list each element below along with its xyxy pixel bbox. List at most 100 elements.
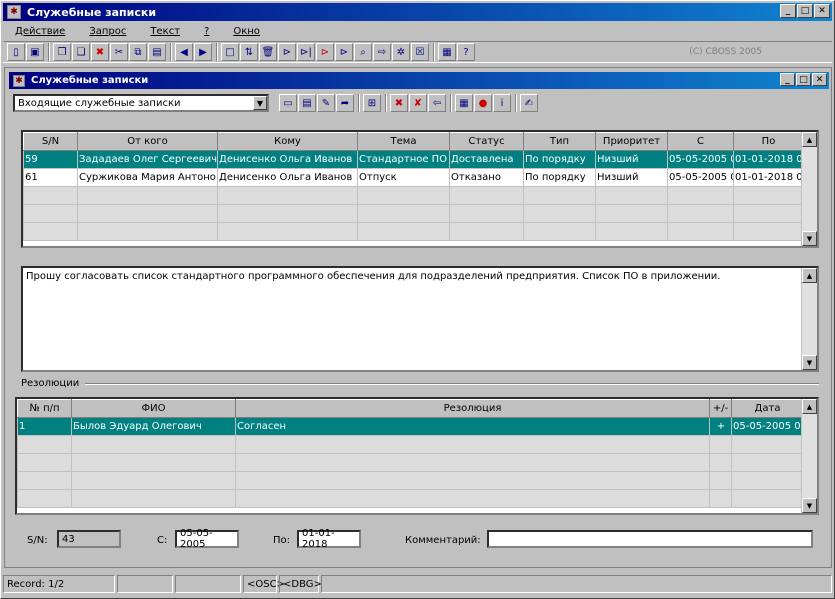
col-topic[interactable]: Тема	[357, 132, 450, 151]
to-date-field[interactable]: 01-01-2018	[297, 528, 361, 550]
resolutions-scrollbar[interactable]: ▲ ▼	[801, 399, 817, 513]
prev-icon[interactable]: ◀	[175, 43, 193, 61]
inner-maximize-button[interactable]: □	[796, 73, 811, 86]
col-status[interactable]: Статус	[449, 132, 524, 151]
col-to-date[interactable]: По	[733, 132, 804, 151]
resolutions-table: № п/п ФИО Резолюция +/- Дата 1 Былов Эду…	[15, 397, 819, 515]
memo-scrollbar[interactable]: ▲ ▼	[801, 268, 817, 370]
clear-icon[interactable]: □	[221, 43, 239, 61]
comment-field[interactable]	[487, 530, 813, 548]
form-delete-icon[interactable]: ✖	[390, 94, 408, 112]
detail-footer: S/N: 43 С: 05-05-2005 По: 01-01-2018 Ком…	[7, 528, 829, 560]
form-info-icon[interactable]: ⅰ	[493, 94, 511, 112]
menu-text[interactable]: Текст	[138, 26, 192, 37]
empty-row	[17, 489, 804, 508]
col-name[interactable]: ФИО	[71, 399, 236, 418]
scroll-up-icon[interactable]: ▲	[802, 268, 817, 283]
notes-table: S/N От кого Кому Тема Статус Тип Приорит…	[21, 130, 819, 248]
find-icon[interactable]: ⌕	[354, 43, 372, 61]
next-icon[interactable]: ▶	[194, 43, 212, 61]
col-type[interactable]: Тип	[523, 132, 596, 151]
memo-text-area[interactable]: Прошу согласовать список стандартного пр…	[21, 266, 819, 372]
trash-icon[interactable]: 🗑	[259, 43, 277, 61]
inner-close-button[interactable]: ✕	[812, 73, 827, 86]
copy-icon[interactable]: ⧉	[129, 43, 147, 61]
menu-help[interactable]: ?	[192, 26, 221, 37]
form-toolbar: Входящие служебные записки ▼ ▭ ▤ ✎ ➦ ⊞ ✖…	[13, 92, 825, 114]
app-icon[interactable]: ✱	[7, 5, 21, 19]
form-tree-icon[interactable]: ⊞	[363, 94, 381, 112]
filter-select[interactable]: Входящие служебные записки ▼	[13, 94, 269, 112]
enter-query-icon[interactable]: ⊳	[278, 43, 296, 61]
osc-indicator: <OSC>	[243, 575, 285, 593]
resolutions-group: Резолюции	[21, 378, 819, 389]
scroll-down-icon[interactable]: ▼	[802, 498, 817, 513]
count-query-icon[interactable]: ⊳	[316, 43, 334, 61]
col-resolution[interactable]: Резолюция	[235, 399, 710, 418]
exit-icon[interactable]: ☒	[411, 43, 429, 61]
sort-icon[interactable]: ⇅	[240, 43, 258, 61]
copyright-text: (C) CBOSS 2005	[689, 47, 762, 57]
comment-label: Комментарий:	[405, 535, 481, 546]
save-icon[interactable]: ▣	[26, 43, 44, 61]
main-toolbar: ▯ ▣ ❐ ❏ ✖ ✂ ⧉ ▤ ◀ ▶ □ ⇅ 🗑 ⊳ ⊳| ⊳ ⊳ ⌕ ⇨ ✲…	[3, 41, 832, 63]
inner-minimize-button[interactable]: _	[780, 73, 795, 86]
form-document-icon[interactable]: ▤	[298, 94, 316, 112]
copy-record-icon[interactable]: ❐	[53, 43, 71, 61]
inner-window-title: Служебные записки	[31, 75, 149, 86]
table-row[interactable]: 61 Суржикова Мария Антоно Денисенко Ольг…	[23, 168, 804, 187]
col-priority[interactable]: Приоритет	[595, 132, 668, 151]
form-edit-icon[interactable]: ✎	[317, 94, 335, 112]
col-sign[interactable]: +/-	[709, 399, 732, 418]
notes-scrollbar[interactable]: ▲ ▼	[801, 132, 817, 246]
paste-icon[interactable]: ▤	[148, 43, 166, 61]
col-from-date[interactable]: С	[667, 132, 734, 151]
from-date-field[interactable]: 05-05-2005	[175, 528, 239, 550]
sn-field[interactable]: 43	[57, 530, 121, 548]
print-icon[interactable]: ▦	[438, 43, 456, 61]
delete-record-icon[interactable]: ✖	[91, 43, 109, 61]
table-row[interactable]: 1 Былов Эдуард Олегович Согласен + 05-05…	[17, 417, 804, 436]
col-date[interactable]: Дата	[731, 399, 804, 418]
scroll-up-icon[interactable]: ▲	[802, 132, 817, 147]
chevron-down-icon[interactable]: ▼	[253, 96, 267, 110]
scroll-down-icon[interactable]: ▼	[802, 355, 817, 370]
resolutions-header-row: № п/п ФИО Резолюция +/- Дата	[17, 399, 804, 418]
new-icon[interactable]: ▯	[7, 43, 25, 61]
table-row[interactable]: 59 Зададаев Олег Сергеевич Денисенко Оль…	[23, 150, 804, 169]
minimize-button[interactable]: _	[780, 4, 796, 18]
status-cell	[175, 575, 241, 593]
goto-icon[interactable]: ⇨	[373, 43, 391, 61]
col-sn[interactable]: S/N	[23, 132, 78, 151]
cut-icon[interactable]: ✂	[110, 43, 128, 61]
sn-label: S/N:	[27, 535, 48, 546]
inner-window: ✱ Служебные записки _ □ ✕ Входящие служе…	[4, 67, 832, 568]
form-sign-icon[interactable]: ✍	[520, 94, 538, 112]
menu-query[interactable]: Запрос	[77, 26, 138, 37]
form-reject-icon[interactable]: ✘	[409, 94, 427, 112]
duplicate-icon[interactable]: ❏	[72, 43, 90, 61]
scroll-up-icon[interactable]: ▲	[802, 399, 817, 414]
status-message	[321, 575, 832, 593]
scroll-down-icon[interactable]: ▼	[802, 231, 817, 246]
close-button[interactable]: ✕	[814, 4, 830, 18]
resolutions-label: Резолюции	[21, 378, 80, 389]
dbg-indicator: <DBG>	[279, 575, 322, 593]
col-to[interactable]: Кому	[217, 132, 358, 151]
help-icon[interactable]: ?	[457, 43, 475, 61]
form-icon: ✱	[13, 74, 25, 87]
status-cell	[117, 575, 173, 593]
col-from[interactable]: От кого	[77, 132, 218, 151]
options-icon[interactable]: ✲	[392, 43, 410, 61]
col-num[interactable]: № п/п	[17, 399, 72, 418]
form-view-icon[interactable]: ▭	[279, 94, 297, 112]
form-print-icon[interactable]: ▦	[455, 94, 473, 112]
form-send-icon[interactable]: ➦	[336, 94, 354, 112]
maximize-button[interactable]: □	[797, 4, 813, 18]
execute-query-icon[interactable]: ⊳|	[297, 43, 315, 61]
form-attach-icon[interactable]: ●	[474, 94, 492, 112]
menu-window[interactable]: Окно	[221, 26, 272, 37]
form-back-icon[interactable]: ⇦	[428, 94, 446, 112]
cancel-query-icon[interactable]: ⊳	[335, 43, 353, 61]
menu-action[interactable]: Действие	[3, 26, 77, 37]
